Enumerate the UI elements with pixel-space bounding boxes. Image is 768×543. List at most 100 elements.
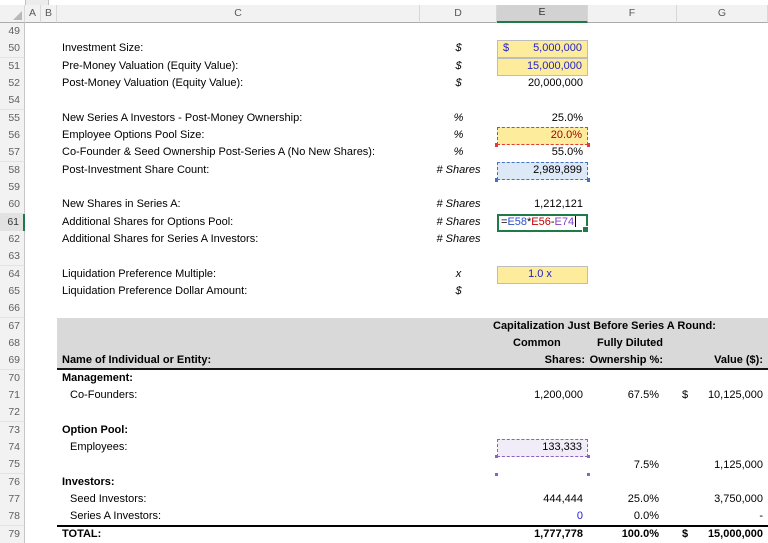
cell-D65[interactable]: $ (420, 283, 497, 301)
cell-D57[interactable]: % (420, 144, 497, 162)
cell-E57[interactable]: 55.0% (497, 144, 588, 162)
cell-C71[interactable]: Co-Founders: (25, 387, 420, 405)
row-header-73[interactable]: 73 (0, 422, 25, 440)
row-header-55[interactable]: 55 (0, 110, 25, 128)
row-header-77[interactable]: 77 (0, 491, 25, 509)
cell-D50[interactable]: $ (420, 40, 497, 58)
column-header-C[interactable]: C (57, 5, 420, 23)
cell-E77[interactable]: 444,444 (497, 491, 588, 509)
row-header-79[interactable]: 79 (0, 526, 25, 543)
ref-corner-handle[interactable] (495, 473, 498, 476)
row-header-70[interactable]: 70 (0, 370, 25, 388)
cell-D64[interactable]: x (420, 266, 497, 284)
cell-F79[interactable]: 100.0% (588, 526, 677, 543)
cell-E50-input[interactable]: $ 5,000,000 (497, 40, 588, 58)
cell-E56-referenced[interactable]: 20.0% (497, 127, 588, 145)
cell-D60[interactable]: # Shares (420, 196, 497, 214)
cell-C65[interactable]: Liquidation Preference Dollar Amount: (25, 283, 420, 301)
cell-C52[interactable]: Post-Money Valuation (Equity Value): (25, 75, 420, 93)
cell-C50[interactable]: Investment Size: (25, 40, 420, 58)
cell-C56[interactable]: Employee Options Pool Size: (25, 127, 420, 145)
row-header-74[interactable]: 74 (0, 439, 25, 457)
cell-E60[interactable]: 1,212,121 (497, 196, 588, 214)
cell-G71[interactable]: $ 10,125,000 (677, 387, 768, 405)
row-header-64[interactable]: 64 (0, 266, 25, 284)
ref-corner-handle[interactable] (495, 179, 498, 182)
row-header-60[interactable]: 60 (0, 196, 25, 214)
cell-G79[interactable]: $ 15,000,000 (677, 526, 768, 543)
cell-C55[interactable]: New Series A Investors - Post-Money Owne… (25, 110, 420, 128)
row-header-51[interactable]: 51 (0, 58, 25, 76)
cell-D55[interactable]: % (420, 110, 497, 128)
cell-C57[interactable]: Co-Founder & Seed Ownership Post-Series … (25, 144, 420, 162)
cell-C74[interactable]: Employees: (25, 439, 420, 457)
cell-E55[interactable]: 25.0% (497, 110, 588, 128)
cell-F71[interactable]: 67.5% (588, 387, 677, 405)
column-header-E-selected[interactable]: E (497, 5, 588, 23)
row-header-61-selected[interactable]: 61 (0, 214, 25, 232)
cell-E74-referenced[interactable]: 133,333 (497, 439, 588, 457)
row-header-72[interactable]: 72 (0, 404, 25, 422)
cell-E52[interactable]: 20,000,000 (497, 75, 588, 93)
cell-C51[interactable]: Pre-Money Valuation (Equity Value): (25, 58, 420, 76)
row-header-78[interactable]: 78 (0, 508, 25, 526)
row-header-56[interactable]: 56 (0, 127, 25, 145)
row-header-52[interactable]: 52 (0, 75, 25, 93)
cell-E78[interactable]: 0 (497, 508, 588, 526)
cell-C60[interactable]: New Shares in Series A: (25, 196, 420, 214)
row-header-69[interactable]: 69 (0, 352, 25, 370)
fill-handle[interactable] (582, 226, 589, 233)
formula-edit-cell-E61[interactable]: =E58*E56-E74 (497, 214, 588, 232)
row-header-50[interactable]: 50 (0, 40, 25, 58)
cell-E71[interactable]: 1,200,000 (497, 387, 588, 405)
row-header-59[interactable]: 59 (0, 179, 25, 197)
cell-C77[interactable]: Seed Investors: (25, 491, 420, 509)
row-header-66[interactable]: 66 (0, 300, 25, 318)
cell-C70[interactable]: Management: (25, 370, 420, 388)
row-header-49[interactable]: 49 (0, 23, 25, 41)
cell-C76[interactable]: Investors: (25, 474, 420, 492)
cell-E58-referenced[interactable]: 2,989,899 (497, 162, 588, 180)
cell-G78[interactable]: - (677, 508, 768, 526)
cell-D58[interactable]: # Shares (420, 162, 497, 180)
column-header-D[interactable]: D (420, 5, 497, 23)
cell-D61[interactable]: # Shares (420, 214, 497, 232)
column-header-F[interactable]: F (588, 5, 677, 23)
select-all-corner[interactable] (0, 5, 25, 23)
cell-D56[interactable]: % (420, 127, 497, 145)
cell-D52[interactable]: $ (420, 75, 497, 93)
cell-C79[interactable]: TOTAL: (25, 526, 420, 543)
cell-E64-input[interactable]: 1.0 x (497, 266, 588, 284)
column-header-A[interactable]: A (25, 5, 41, 23)
row-header-62[interactable]: 62 (0, 231, 25, 249)
cell-E79[interactable]: 1,777,778 (497, 526, 588, 543)
cell-E51-input[interactable]: 15,000,000 (497, 58, 588, 76)
ref-corner-handle[interactable] (587, 179, 590, 182)
cell-C64[interactable]: Liquidation Preference Multiple: (25, 266, 420, 284)
cell-F77[interactable]: 25.0% (588, 491, 677, 509)
ref-corner-handle[interactable] (495, 455, 498, 458)
cell-G74[interactable]: 1,125,000 (677, 457, 768, 474)
row-header-75[interactable]: 75 (0, 456, 25, 474)
row-header-65[interactable]: 65 (0, 283, 25, 301)
row-header-68[interactable]: 68 (0, 335, 25, 353)
cell-G77[interactable]: 3,750,000 (677, 491, 768, 509)
row-header-58[interactable]: 58 (0, 162, 25, 180)
cell-C78[interactable]: Series A Investors: (25, 508, 420, 526)
row-header-54[interactable]: 54 (0, 92, 25, 110)
cell-D51[interactable]: $ (420, 58, 497, 76)
row-header-76[interactable]: 76 (0, 474, 25, 492)
cell-D62[interactable]: # Shares (420, 231, 497, 249)
row-header-57[interactable]: 57 (0, 144, 25, 162)
cell-C58[interactable]: Post-Investment Share Count: (25, 162, 420, 180)
cell-C61[interactable]: Additional Shares for Options Pool: (25, 214, 420, 232)
column-header-B[interactable]: B (41, 5, 57, 23)
cell-C62[interactable]: Additional Shares for Series A Investors… (25, 231, 420, 249)
cell-F74[interactable]: 7.5% (588, 457, 677, 474)
cell-C73[interactable]: Option Pool: (25, 422, 420, 440)
row-header-67[interactable]: 67 (0, 318, 25, 336)
row-header-71[interactable]: 71 (0, 387, 25, 405)
row-header-63[interactable]: 63 (0, 248, 25, 266)
column-header-G[interactable]: G (677, 5, 768, 23)
cell-F78[interactable]: 0.0% (588, 508, 677, 526)
